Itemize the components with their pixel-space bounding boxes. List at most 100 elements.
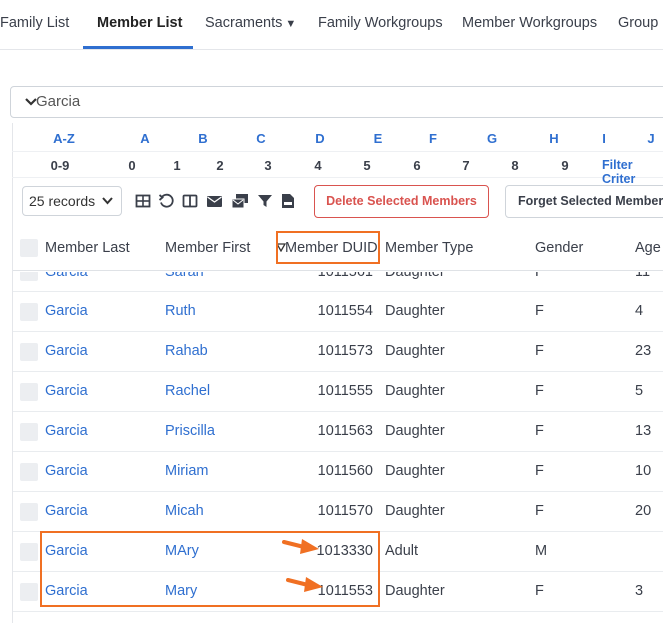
member-age: 20 <box>635 503 652 519</box>
tab-sacraments[interactable]: Sacraments ▼ <box>205 0 296 49</box>
member-gender: F <box>535 383 544 399</box>
table-row[interactable]: Garcia Ruth 1011554 Daughter F 4 <box>13 292 663 332</box>
member-first-link[interactable]: Rahab <box>165 343 208 359</box>
row-checkbox[interactable] <box>20 423 38 441</box>
alpha-filter-2[interactable]: 2 <box>216 158 223 173</box>
table-row[interactable]: Garcia Rachel 1011555 Daughter F 5 <box>13 372 663 412</box>
email-icon[interactable] <box>206 193 222 209</box>
export-csv-icon[interactable] <box>281 193 297 209</box>
column-header-member-type[interactable]: Member Type <box>385 240 473 256</box>
member-last-link[interactable]: Garcia <box>45 503 88 519</box>
alpha-filter-g[interactable]: G <box>487 131 497 146</box>
member-last-link[interactable]: Garcia <box>45 272 88 280</box>
member-last-link[interactable]: Garcia <box>45 423 88 439</box>
member-duid: 1011570 <box>317 503 373 519</box>
member-duid: 1011561 <box>317 272 373 280</box>
alpha-filter-4[interactable]: 4 <box>314 158 321 173</box>
alpha-filter-c[interactable]: C <box>256 131 265 146</box>
row-checkbox[interactable] <box>20 303 38 321</box>
tab-family-list[interactable]: Family List <box>0 0 69 49</box>
table-row[interactable]: Garcia Priscilla 1011563 Daughter F 13 <box>13 412 663 452</box>
column-header-gender[interactable]: Gender <box>535 240 583 256</box>
alpha-filter-f[interactable]: F <box>429 131 437 146</box>
alpha-filter-0-9[interactable]: 0-9 <box>51 158 70 173</box>
member-last-link[interactable]: Garcia <box>45 383 88 399</box>
member-age: 5 <box>635 383 644 399</box>
tab-member-workgroups[interactable]: Member Workgroups <box>462 0 597 49</box>
table-row[interactable]: Garcia Micah 1011570 Daughter F 20 <box>13 492 663 532</box>
member-type: Daughter <box>385 463 445 479</box>
member-first-link[interactable]: Priscilla <box>165 423 215 439</box>
alpha-filter-9[interactable]: 9 <box>561 158 568 173</box>
member-age: 11 <box>635 272 651 280</box>
filter-criteria-link[interactable]: Filter Criter <box>602 158 663 186</box>
alpha-filter-a-z[interactable]: A-Z <box>53 131 75 146</box>
member-duid: 1011555 <box>317 383 373 399</box>
table-row[interactable]: Garcia Miriam 1011560 Daughter F 10 <box>13 452 663 492</box>
member-gender: F <box>535 503 544 519</box>
family-search-select[interactable]: Garcia <box>10 86 663 118</box>
row-checkbox[interactable] <box>20 383 38 401</box>
select-all-checkbox[interactable] <box>20 239 38 257</box>
tab-group[interactable]: Group I <box>618 0 663 49</box>
grid-icon[interactable] <box>135 193 151 209</box>
member-gender: F <box>535 272 544 280</box>
alpha-filter-j[interactable]: J <box>647 131 654 146</box>
table-row[interactable]: Garcia Sarah 1011561 Daughter F 11 <box>13 272 663 292</box>
columns-icon[interactable] <box>182 193 198 209</box>
duid-header-highlight <box>276 231 380 264</box>
column-header-member-last[interactable]: Member Last <box>45 240 130 256</box>
delete-selected-members-button[interactable]: Delete Selected Members <box>314 185 489 218</box>
alpha-filter-7[interactable]: 7 <box>462 158 469 173</box>
member-gender: M <box>535 543 548 559</box>
records-per-page-select[interactable]: 25 records <box>22 186 122 216</box>
column-header-age[interactable]: Age <box>635 240 661 256</box>
chevron-down-icon <box>102 187 113 226</box>
member-first-link[interactable]: Ruth <box>165 303 196 319</box>
tab-family-workgroups[interactable]: Family Workgroups <box>318 0 443 49</box>
row-checkbox[interactable] <box>20 503 38 521</box>
alpha-filter-8[interactable]: 8 <box>511 158 518 173</box>
member-last-link[interactable]: Garcia <box>45 343 88 359</box>
column-header-member-first[interactable]: Member First <box>165 240 250 256</box>
labels-icon[interactable] <box>231 193 248 209</box>
member-first-link[interactable]: Sarah <box>165 272 204 280</box>
filter-icon[interactable] <box>257 193 273 209</box>
tab-sacraments-label: Sacraments <box>205 15 283 31</box>
records-label: 25 records <box>29 193 96 209</box>
tab-member-list[interactable]: Member List <box>97 0 182 49</box>
alpha-filter-3[interactable]: 3 <box>264 158 271 173</box>
alpha-filter-d[interactable]: D <box>315 131 324 146</box>
alpha-filter-0[interactable]: 0 <box>128 158 135 173</box>
alpha-filter-a[interactable]: A <box>140 131 149 146</box>
table-row[interactable]: Garcia Rahab 1011573 Daughter F 23 <box>13 332 663 372</box>
row-checkbox[interactable] <box>20 343 38 361</box>
alpha-filter-5[interactable]: 5 <box>363 158 370 173</box>
member-first-link[interactable]: Rachel <box>165 383 210 399</box>
active-tab-indicator <box>83 46 193 49</box>
alpha-filter-b[interactable]: B <box>198 131 207 146</box>
member-first-link[interactable]: Miriam <box>165 463 209 479</box>
divider <box>12 177 663 178</box>
divider <box>12 151 663 152</box>
row-checkbox[interactable] <box>20 463 38 481</box>
member-first-link[interactable]: Micah <box>165 503 204 519</box>
member-age: 10 <box>635 463 652 479</box>
member-duid: 1011554 <box>317 303 373 319</box>
alpha-filter-e[interactable]: E <box>374 131 383 146</box>
row-checkbox[interactable] <box>20 583 38 601</box>
member-type: Daughter <box>385 272 445 280</box>
row-checkbox[interactable] <box>20 543 38 561</box>
alpha-filter-1[interactable]: 1 <box>173 158 180 173</box>
member-last-link[interactable]: Garcia <box>45 463 88 479</box>
member-last-link[interactable]: Garcia <box>45 303 88 319</box>
row-checkbox[interactable] <box>20 272 38 281</box>
arrow-icon <box>286 577 323 592</box>
member-age: 4 <box>635 303 644 319</box>
top-nav-tabs: Family List Member List Sacraments ▼ Fami… <box>0 0 663 50</box>
alpha-filter-6[interactable]: 6 <box>413 158 420 173</box>
forget-selected-members-button[interactable]: Forget Selected Member <box>505 185 663 218</box>
alpha-filter-h[interactable]: H <box>549 131 558 146</box>
alpha-filter-i[interactable]: I <box>602 131 606 146</box>
reset-icon[interactable] <box>158 193 174 209</box>
